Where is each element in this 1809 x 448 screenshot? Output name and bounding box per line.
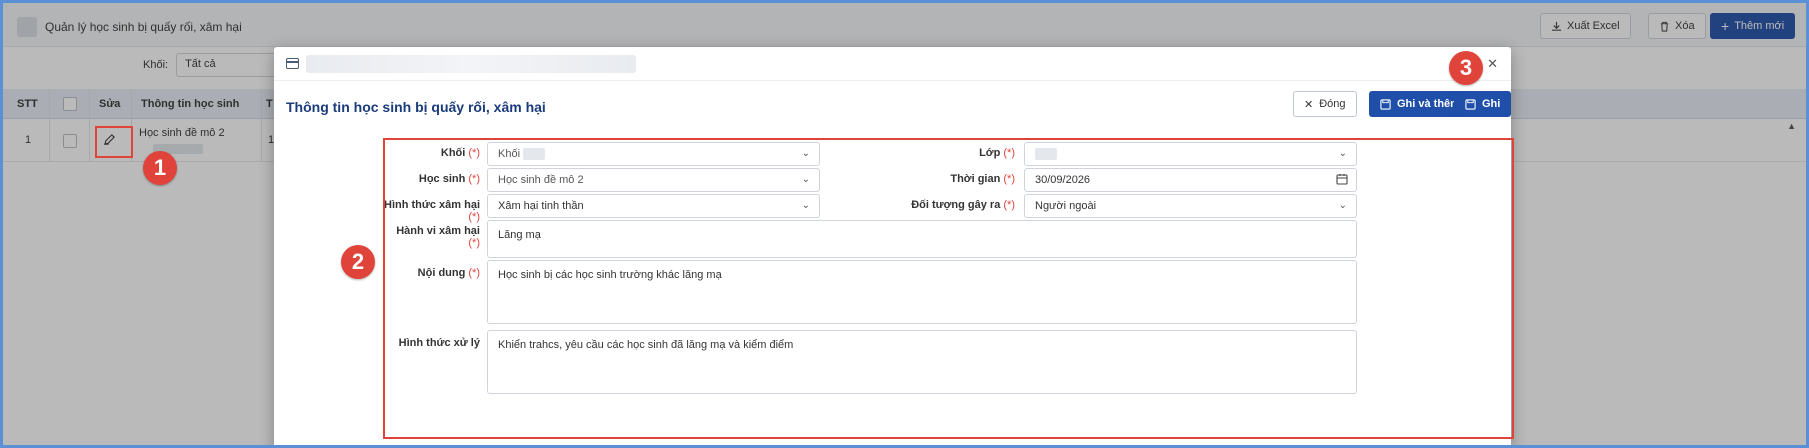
close-button[interactable]: ✕ Đóng	[1293, 91, 1357, 117]
save-button[interactable]: Ghi	[1454, 91, 1511, 117]
modal-titlebar: ▢ ✕	[274, 47, 1511, 81]
x-icon: ✕	[1304, 98, 1314, 111]
callout-badge-2: 2	[341, 245, 375, 279]
modal-heading: Thông tin học sinh bị quấy rối, xâm hại	[286, 99, 546, 115]
edit-highlight-box	[95, 126, 133, 158]
close-icon[interactable]: ✕	[1487, 56, 1498, 72]
blurred-window-title	[306, 55, 636, 73]
floppy-icon	[1465, 98, 1476, 110]
save-label: Ghi	[1482, 98, 1501, 110]
close-label: Đóng	[1319, 98, 1346, 110]
save-and-add-label: Ghi và thêm	[1397, 98, 1460, 110]
callout-badge-3: 3	[1449, 51, 1483, 85]
scroll-up-icon[interactable]: ▲	[1787, 121, 1796, 131]
form-highlight-box	[383, 138, 1514, 439]
floppy-icon	[1380, 98, 1391, 110]
window-icon	[286, 58, 299, 69]
screenshot-frame: Quản lý học sinh bị quấy rối, xâm hại Xu…	[0, 0, 1809, 448]
callout-badge-1: 1	[143, 151, 177, 185]
